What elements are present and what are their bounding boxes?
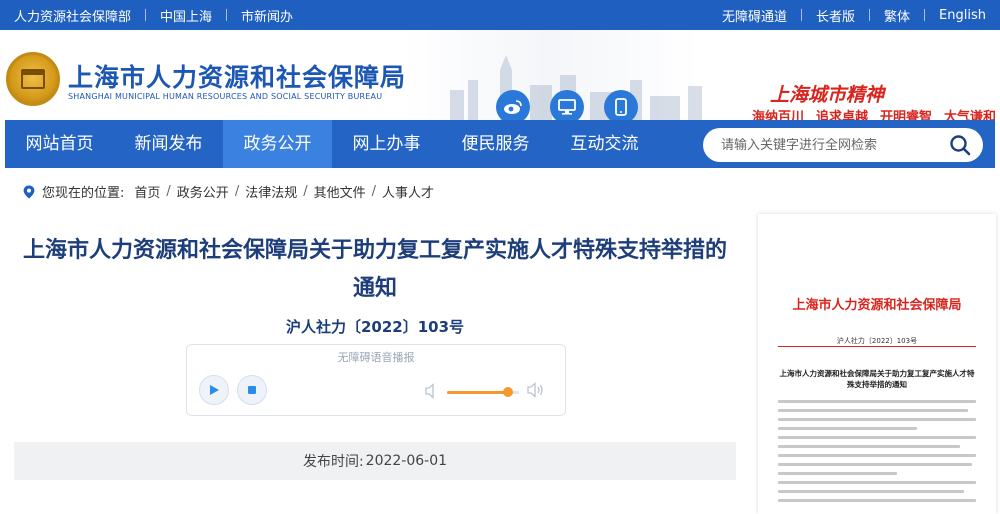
breadcrumb-separator: / (166, 184, 171, 199)
breadcrumb-personnel[interactable]: 人事人才 (382, 182, 434, 201)
breadcrumb-separator: / (234, 184, 240, 199)
document-preview-body (778, 400, 976, 508)
publish-date: 2022-06-01 (365, 453, 448, 469)
search-box (703, 128, 983, 162)
divider (924, 9, 926, 21)
nav-news[interactable]: 新闻发布 (114, 120, 223, 168)
link-english[interactable]: English (939, 8, 986, 23)
breadcrumb-home[interactable]: 首页 (134, 182, 160, 201)
location-pin-icon (23, 185, 35, 198)
link-elder-version[interactable]: 长者版 (816, 6, 855, 25)
search-input[interactable] (721, 137, 949, 153)
link-news-office[interactable]: 市新闻办 (241, 6, 293, 25)
article-title: 上海市人力资源和社会保障局关于助力复工复产实施人才特殊支持举措的通知 (22, 238, 727, 301)
article: 上海市人力资源和社会保障局关于助力复工复产实施人才特殊支持举措的通知 沪人社力〔… (14, 232, 736, 480)
audio-player: 无障碍语音播报 (186, 344, 566, 416)
play-button[interactable] (199, 375, 229, 405)
publish-info-bar: 发布时间: 2022-06-01 (14, 442, 736, 480)
divider (226, 9, 228, 21)
site-title-en: SHANGHAI MUNICIPAL HUMAN RESOURCES AND S… (68, 92, 383, 101)
volume-high-icon (527, 382, 543, 398)
top-bar-left-links: 人力资源社会保障部 中国上海 市新闻办 (14, 6, 293, 25)
document-preview-header: 上海市人力资源和社会保障局 (792, 298, 962, 313)
weibo-button[interactable] (496, 90, 530, 124)
weibo-icon (504, 100, 522, 114)
mobile-icon (615, 98, 627, 116)
stop-icon (248, 386, 256, 394)
main-nav: 网站首页 新闻发布 政务公开 网上办事 便民服务 互动交流 (5, 120, 995, 168)
top-bar-right-links: 无障碍通道 长者版 繁体 English (722, 6, 986, 25)
volume-low-icon (425, 383, 434, 399)
play-icon (210, 385, 219, 395)
divider (869, 9, 871, 21)
monitor-icon (558, 99, 576, 115)
breadcrumb-label: 您现在的位置: (42, 186, 125, 201)
breadcrumb-other-docs[interactable]: 其他文件 (314, 182, 366, 201)
document-preview-title: 上海市人力资源和社会保障局关于助力复工复产实施人才特殊支持举措的通知 (779, 369, 975, 389)
volume-slider[interactable] (447, 387, 519, 397)
site-header: 上海市人力资源和社会保障局 SHANGHAI MUNICIPAL HUMAN R… (0, 30, 1000, 125)
search-icon[interactable] (949, 134, 971, 156)
breadcrumb-laws[interactable]: 法律法规 (245, 182, 297, 201)
nav-home[interactable]: 网站首页 (5, 120, 114, 168)
link-traditional[interactable]: 繁体 (884, 6, 910, 25)
breadcrumb-government-affairs[interactable]: 政务公开 (177, 182, 229, 201)
breadcrumb-separator: / (371, 184, 377, 199)
mobile-version-button[interactable] (604, 90, 638, 124)
publish-label: 发布时间: (302, 454, 364, 470)
site-title[interactable]: 上海市人力资源和社会保障局 (68, 58, 406, 94)
nav-interaction[interactable]: 互动交流 (550, 120, 659, 168)
top-bar: 人力资源社会保障部 中国上海 市新闻办 无障碍通道 长者版 繁体 English (0, 0, 1000, 30)
link-accessibility[interactable]: 无障碍通道 (722, 6, 787, 25)
nav-online-services[interactable]: 网上办事 (332, 120, 441, 168)
emblem-icon[interactable] (6, 52, 60, 106)
audio-player-label: 无障碍语音播报 (337, 351, 415, 364)
breadcrumb: 您现在的位置: 首页 / 政务公开 / 法律法规 / 其他文件 / 人事人才 (22, 182, 438, 201)
city-spirit-title: 上海城市精神 (769, 84, 884, 106)
document-preview-red-line (778, 346, 976, 347)
divider (801, 9, 803, 21)
link-mohrss[interactable]: 人力资源社会保障部 (14, 6, 131, 25)
document-preview[interactable]: 上海市人力资源和社会保障局 沪人社力〔2022〕103号 上海市人力资源和社会保… (758, 214, 996, 514)
breadcrumb-separator: / (303, 184, 308, 199)
volume-fill (447, 391, 509, 394)
volume-handle[interactable] (503, 387, 514, 397)
document-preview-number: 沪人社力〔2022〕103号 (836, 337, 918, 345)
web-version-button[interactable] (550, 90, 584, 124)
link-china-shanghai[interactable]: 中国上海 (160, 6, 212, 25)
document-number: 沪人社力〔2022〕103号 (285, 318, 465, 336)
divider (145, 9, 147, 21)
nav-public-services[interactable]: 便民服务 (441, 120, 550, 168)
stop-button[interactable] (237, 375, 267, 405)
nav-government-affairs[interactable]: 政务公开 (223, 120, 332, 168)
